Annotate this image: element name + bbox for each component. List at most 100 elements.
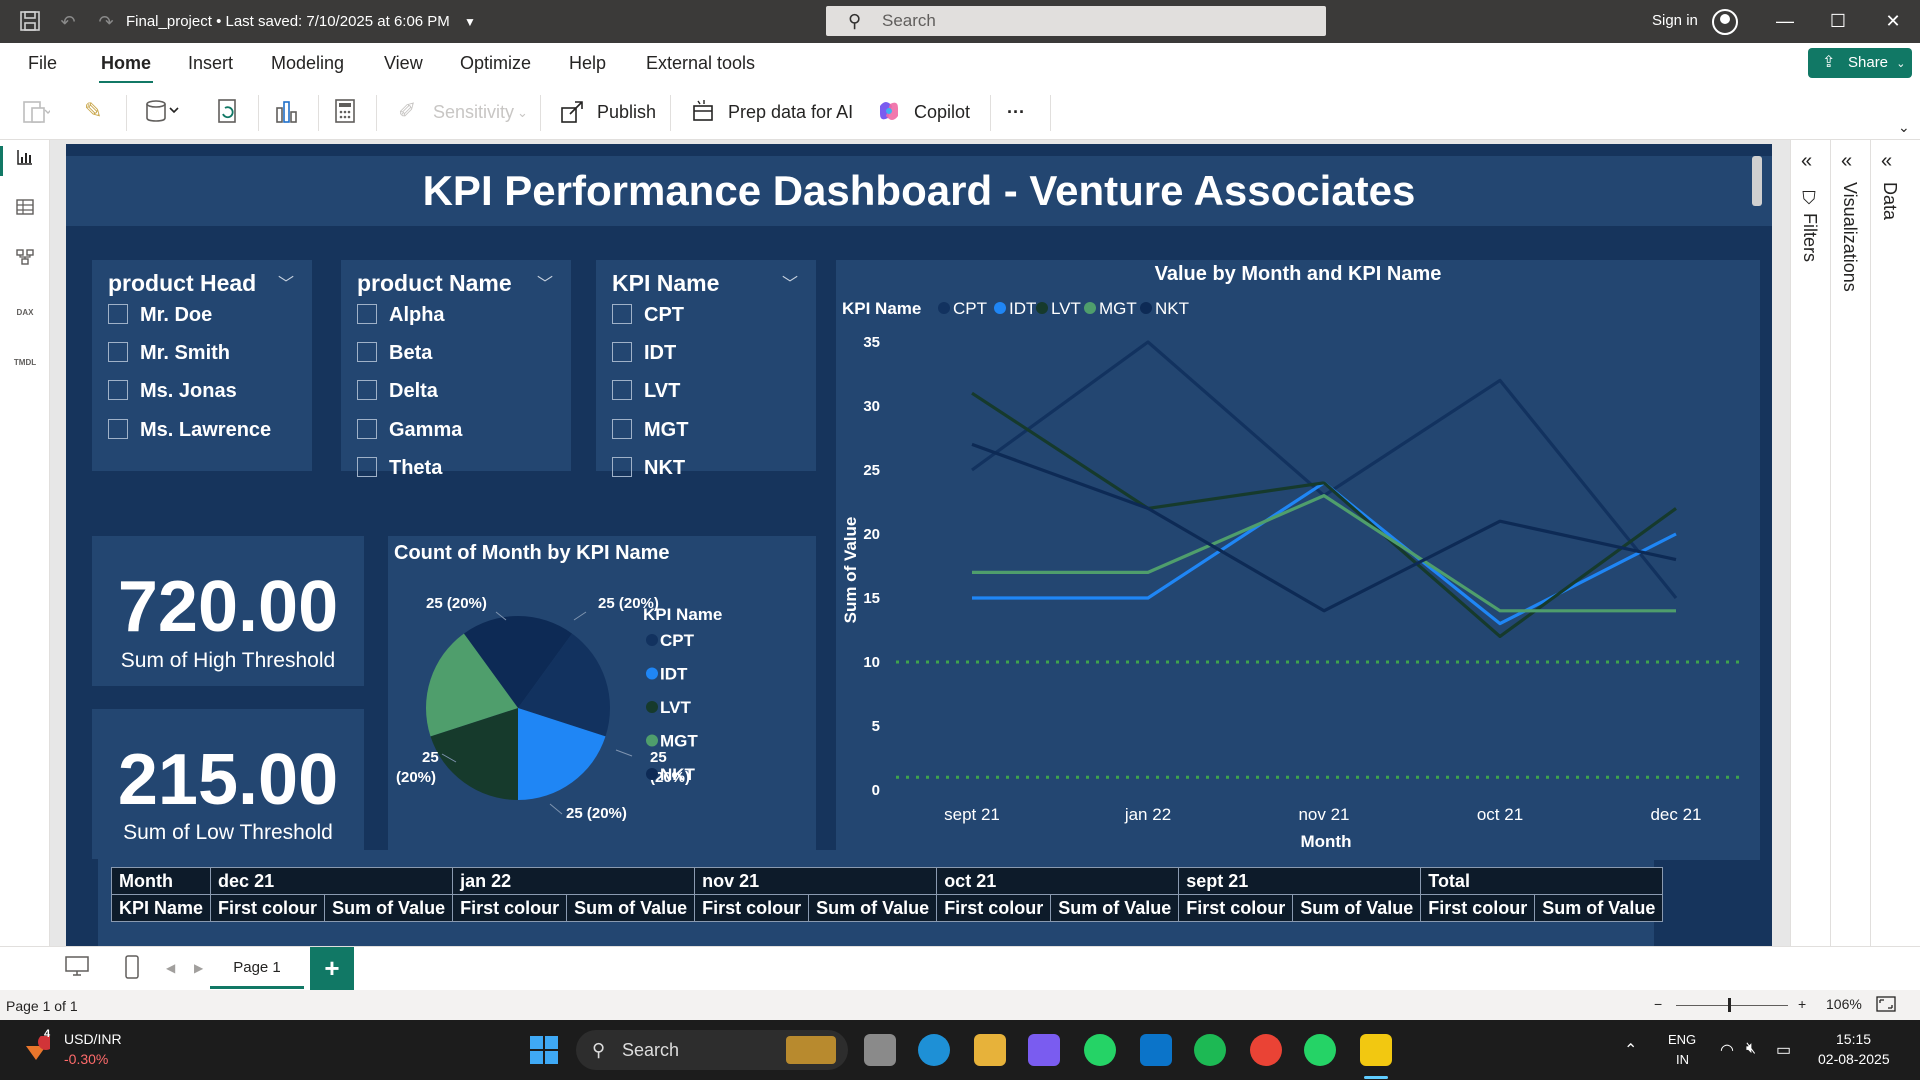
task-view-icon[interactable]	[864, 1034, 896, 1066]
slicer-product-head[interactable]: product Head ﹀ Mr. Doe Mr. Smith Ms. Jon…	[92, 260, 312, 471]
minimize-icon[interactable]: —	[1770, 8, 1800, 34]
zoom-in-icon[interactable]: +	[1798, 996, 1806, 1012]
legend-item-cpt[interactable]: CPT	[660, 631, 695, 650]
slicer-option[interactable]: Beta	[357, 342, 432, 366]
matrix-header-cell[interactable]: oct 21	[936, 867, 1180, 895]
prep-data-icon[interactable]	[692, 98, 716, 130]
legend-item-lvt[interactable]: LVT	[1051, 299, 1081, 318]
menu-optimize[interactable]: Optimize	[460, 53, 531, 74]
close-icon[interactable]: ✕	[1878, 8, 1908, 34]
series-line-idt[interactable]	[972, 481, 1677, 626]
data-pane[interactable]: « Data	[1871, 140, 1911, 946]
checkbox[interactable]	[108, 380, 128, 400]
checkbox[interactable]	[108, 342, 128, 362]
chevron-down-icon[interactable]: ﹀	[782, 270, 798, 294]
slicer-option[interactable]: Ms. Lawrence	[108, 419, 271, 443]
legend-item-mgt[interactable]: MGT	[1099, 299, 1137, 318]
matrix-header-cell[interactable]: jan 22	[452, 867, 696, 895]
legend-item-idt[interactable]: IDT	[660, 665, 688, 684]
slicer-option[interactable]: Gamma	[357, 419, 462, 443]
chevron-right-icon[interactable]: ▶	[194, 961, 203, 975]
checkbox[interactable]	[357, 457, 377, 477]
whatsapp-icon[interactable]	[1084, 1034, 1116, 1066]
legend-item-idt[interactable]: IDT	[1009, 299, 1036, 318]
volume-muted-icon[interactable]: 🔇︎	[1746, 1040, 1756, 1058]
chevron-left-icon[interactable]: «	[1841, 150, 1852, 173]
menu-home[interactable]: Home	[98, 53, 154, 84]
redo-icon[interactable]: ↷	[94, 10, 118, 34]
slicer-option[interactable]: CPT	[612, 304, 684, 328]
line-chart-visual[interactable]: Value by Month and KPI Name KPI Name CPT ID…	[836, 260, 1760, 860]
slicer-option[interactable]: Ms. Jonas	[108, 380, 237, 404]
legend-item-nkt[interactable]: NKT	[660, 765, 696, 784]
file-explorer-icon[interactable]	[974, 1034, 1006, 1066]
checkbox[interactable]	[612, 457, 632, 477]
series-line-cpt[interactable]	[971, 340, 1678, 600]
zoom-slider[interactable]	[1676, 1005, 1788, 1006]
checkbox[interactable]	[612, 380, 632, 400]
model-view-icon[interactable]	[12, 248, 38, 274]
calculator-icon[interactable]	[334, 98, 356, 130]
copilot-icon[interactable]	[876, 98, 902, 130]
slicer-option[interactable]: NKT	[612, 457, 685, 481]
slicer-option[interactable]: Theta	[357, 457, 442, 481]
more-options-icon[interactable]: ···	[1007, 102, 1025, 123]
checkbox[interactable]	[357, 380, 377, 400]
tab-page-1[interactable]: Page 1	[210, 947, 304, 989]
language-code[interactable]: ENG	[1668, 1032, 1696, 1047]
matrix-header-cell[interactable]: dec 21	[210, 867, 454, 895]
save-icon[interactable]	[18, 10, 42, 34]
series-line-mgt[interactable]	[972, 494, 1676, 613]
get-data-icon[interactable]	[144, 98, 180, 130]
zoom-slider-thumb[interactable]	[1728, 998, 1731, 1012]
weather-widget-icon[interactable]	[22, 1034, 54, 1064]
legend-item-lvt[interactable]: LVT	[660, 698, 691, 717]
windows-start-icon[interactable]	[528, 1034, 560, 1066]
clock-time[interactable]: 15:15	[1836, 1031, 1871, 1047]
whatsapp-business-icon[interactable]	[1304, 1034, 1336, 1066]
slicer-product-name[interactable]: product Name ﹀ Alpha Beta Delta Gamma Th…	[341, 260, 571, 479]
slicer-option[interactable]: Delta	[357, 380, 438, 404]
slicer-kpi-name[interactable]: KPI Name ﹀ CPT IDT LVT MGT NKT	[596, 260, 816, 479]
paste-icon[interactable]	[22, 98, 52, 130]
publish-button[interactable]: Publish	[597, 102, 656, 123]
zoom-out-icon[interactable]: −	[1654, 996, 1662, 1012]
add-page-button[interactable]: +	[310, 947, 354, 991]
taskbar-search[interactable]: ⚲ Search	[576, 1030, 848, 1070]
vertical-scrollbar[interactable]	[1752, 156, 1762, 206]
chevron-down-icon[interactable]: ⌄	[1898, 119, 1910, 136]
legend-item-mgt[interactable]: MGT	[660, 732, 698, 751]
menu-view[interactable]: View	[384, 53, 423, 74]
card-high-threshold[interactable]: 720.00 Sum of High Threshold	[92, 536, 364, 686]
checkbox[interactable]	[357, 419, 377, 439]
card-low-threshold[interactable]: 215.00 Sum of Low Threshold	[92, 709, 364, 859]
chrome-icon[interactable]	[1250, 1034, 1282, 1066]
slicer-option[interactable]: Mr. Smith	[108, 342, 230, 366]
search-box[interactable]: ⚲ Search	[826, 6, 1326, 36]
slicer-option[interactable]: IDT	[612, 342, 676, 366]
ticker-name[interactable]: USD/INR	[64, 1031, 122, 1047]
checkbox[interactable]	[108, 419, 128, 439]
chevron-down-icon[interactable]: ﹀	[537, 270, 553, 294]
slicer-option[interactable]: MGT	[612, 419, 688, 443]
edge-icon[interactable]	[918, 1034, 950, 1066]
format-painter-icon[interactable]: ✎	[84, 98, 102, 124]
publish-icon[interactable]	[560, 98, 586, 130]
checkbox[interactable]	[357, 342, 377, 362]
checkbox[interactable]	[612, 304, 632, 324]
slicer-option[interactable]: Mr. Doe	[108, 304, 212, 328]
avatar-icon[interactable]	[1712, 9, 1738, 35]
prep-data-for-ai-button[interactable]: Prep data for AI	[728, 102, 853, 123]
copilot-button[interactable]: Copilot	[914, 102, 970, 123]
dax-query-icon[interactable]: DAX	[12, 300, 38, 326]
vscode-icon[interactable]	[1140, 1034, 1172, 1066]
menu-help[interactable]: Help	[569, 53, 606, 74]
fit-to-page-icon[interactable]	[1876, 996, 1896, 1015]
chevron-left-icon[interactable]: «	[1801, 150, 1812, 173]
series-line-lvt[interactable]	[971, 391, 1677, 638]
menu-insert[interactable]: Insert	[188, 53, 233, 74]
power-bi-icon[interactable]	[1360, 1034, 1392, 1066]
file-title[interactable]: Final_project • Last saved: 7/10/2025 at…	[126, 13, 476, 30]
checkbox[interactable]	[357, 304, 377, 324]
mobile-layout-icon[interactable]	[124, 955, 140, 985]
